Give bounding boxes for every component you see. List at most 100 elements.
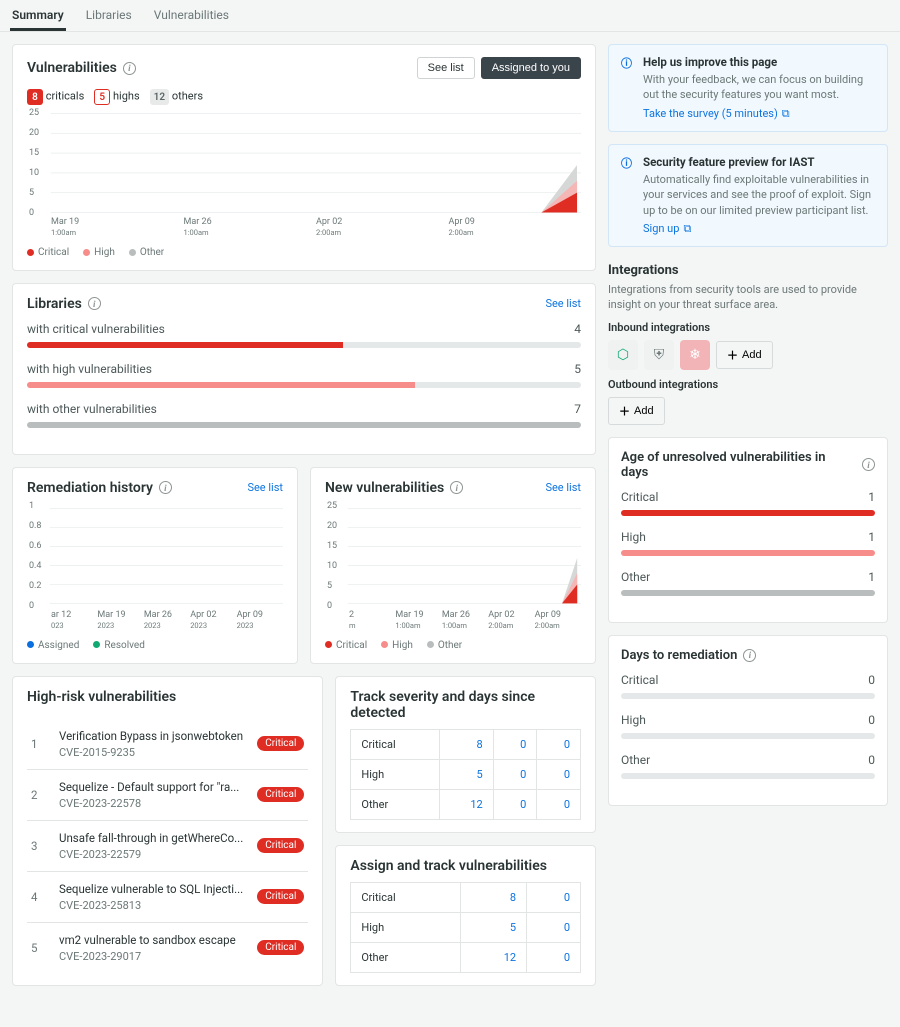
cell-value[interactable]: 0 (493, 789, 537, 819)
info-icon[interactable]: i (159, 481, 172, 494)
cell-value[interactable]: 0 (527, 912, 581, 942)
vulnerabilities-title: Vulnerabilities i (27, 60, 136, 76)
row-title: Unsafe fall-through in getWhereCo... (59, 831, 243, 845)
remediation-legend: Assigned Resolved (27, 640, 283, 651)
remediation-see-list-link[interactable]: See list (247, 481, 283, 494)
cell-value[interactable]: 0 (527, 882, 581, 912)
tabs-bar: Summary Libraries Vulnerabilities (0, 0, 900, 32)
metric-label: Other (621, 570, 650, 584)
metric-row: High1 (621, 530, 875, 556)
add-outbound-button[interactable]: ＋Add (608, 397, 665, 425)
take-survey-link[interactable]: Take the survey (5 minutes)⧉ (643, 107, 790, 120)
cell-value[interactable]: 5 (440, 759, 494, 789)
tab-vulnerabilities[interactable]: Vulnerabilities (152, 0, 231, 31)
cell-value[interactable]: 5 (460, 912, 526, 942)
external-link-icon: ⧉ (683, 222, 691, 236)
high-risk-row[interactable]: 2Sequelize - Default support for "ra...C… (27, 769, 308, 820)
metric-bar (621, 733, 875, 739)
info-icon[interactable]: i (123, 62, 136, 75)
tab-libraries[interactable]: Libraries (84, 0, 134, 31)
metric-bar (621, 773, 875, 779)
table-row[interactable]: Critical800 (351, 729, 581, 759)
severity-badge: Critical (257, 889, 304, 904)
iast-notice-body: Automatically find exploitable vulnerabi… (643, 172, 875, 218)
info-icon[interactable]: i (862, 458, 875, 471)
libraries-see-list-link[interactable]: See list (545, 297, 581, 310)
cell-value[interactable]: 8 (460, 882, 526, 912)
metric-label: Critical (621, 490, 658, 504)
high-risk-row[interactable]: 5vm2 vulnerable to sandbox escapeCVE-202… (27, 922, 308, 973)
vulnerabilities-card: Vulnerabilities i See list Assigned to y… (12, 44, 596, 271)
add-inbound-button[interactable]: ＋Add (716, 341, 773, 369)
cell-value[interactable]: 12 (460, 942, 526, 972)
high-risk-row[interactable]: 3 Unsafe fall-through in getWhereCo... CVE… (27, 820, 308, 871)
cell-value[interactable]: 0 (537, 759, 581, 789)
iast-signup-link[interactable]: Sign up⧉ (643, 222, 691, 235)
library-row-label: with other vulnerabilities (27, 402, 157, 416)
plus-icon: ＋ (619, 403, 630, 419)
info-icon: ⓘ (621, 155, 635, 236)
library-bar-row[interactable]: with high vulnerabilities 5 (27, 362, 581, 388)
library-bar-row[interactable]: with other vulnerabilities 7 (27, 402, 581, 428)
track-severity-card: Track severity and days since detected C… (335, 676, 596, 833)
severity-badge: Critical (257, 787, 304, 802)
cell-label: Other (351, 942, 461, 972)
bar-track (27, 382, 581, 388)
high-risk-row[interactable]: 4Sequelize vulnerable to SQL Injecti...C… (27, 871, 308, 922)
newvulns-see-list-link[interactable]: See list (545, 481, 581, 494)
others-pill: 12 (150, 89, 169, 105)
metric-row: Other1 (621, 570, 875, 596)
hexagon-icon[interactable]: ⬡ (608, 340, 638, 370)
metric-row: Critical1 (621, 490, 875, 516)
library-bar-row[interactable]: with critical vulnerabilities4 (27, 322, 581, 348)
metric-row: High0 (621, 713, 875, 739)
info-icon[interactable]: i (450, 481, 463, 494)
bar-track (27, 422, 581, 428)
assigned-to-you-button[interactable]: Assigned to you (481, 57, 581, 79)
external-link-icon: ⧉ (782, 107, 790, 121)
severity-badge: Critical (257, 736, 304, 751)
improve-notice-body: With your feedback, we can focus on buil… (643, 72, 875, 103)
cell-value[interactable]: 0 (493, 729, 537, 759)
cell-value[interactable]: 0 (537, 789, 581, 819)
library-row-value: 5 (574, 362, 581, 376)
info-icon: ⓘ (621, 55, 635, 121)
tab-summary[interactable]: Summary (10, 0, 66, 31)
library-row-label: with high vulnerabilities (27, 362, 152, 376)
severity-badge: Critical (257, 838, 304, 853)
row-index: 5 (31, 941, 45, 955)
cell-value[interactable]: 8 (440, 729, 494, 759)
highs-pill: 5 (94, 89, 110, 105)
snowflake-icon[interactable]: ❄ (680, 340, 710, 370)
outbound-integrations-label: Outbound integrations (608, 378, 888, 391)
cell-value[interactable]: 0 (537, 729, 581, 759)
new-vulnerabilities-card: New vulnerabilities i See list 252015105… (310, 467, 596, 664)
cell-value[interactable]: 0 (527, 942, 581, 972)
table-row[interactable]: High500 (351, 759, 581, 789)
shield-icon[interactable]: ⛨ (644, 340, 674, 370)
row-index: 1 (31, 737, 45, 751)
see-list-button[interactable]: See list (417, 57, 475, 79)
track-severity-table: Critical800High500Other1200 (350, 729, 581, 820)
cell-label: Other (351, 789, 440, 819)
days-card: Days to remediation i Critical0High0Othe… (608, 635, 888, 806)
libraries-title: Libraries i (27, 296, 101, 312)
table-row[interactable]: Critical80 (351, 882, 581, 912)
row-cve: CVE-2023-22579 (59, 848, 243, 861)
metric-bar (621, 693, 875, 699)
metric-bar (621, 590, 875, 596)
info-icon[interactable]: i (743, 649, 756, 662)
cell-value[interactable]: 12 (440, 789, 494, 819)
info-icon[interactable]: i (88, 297, 101, 310)
row-cve: CVE-2023-22578 (59, 797, 243, 810)
metric-label: Other (621, 753, 650, 767)
library-row-value: 7 (574, 402, 581, 416)
cell-value[interactable]: 0 (493, 759, 537, 789)
table-row[interactable]: Other120 (351, 942, 581, 972)
bar-track (27, 342, 581, 348)
metric-label: High (621, 713, 646, 727)
table-row[interactable]: High50 (351, 912, 581, 942)
row-index: 3 (31, 839, 45, 853)
table-row[interactable]: Other1200 (351, 789, 581, 819)
high-risk-row[interactable]: 1Verification Bypass in jsonwebtokenCVE-… (27, 719, 308, 769)
